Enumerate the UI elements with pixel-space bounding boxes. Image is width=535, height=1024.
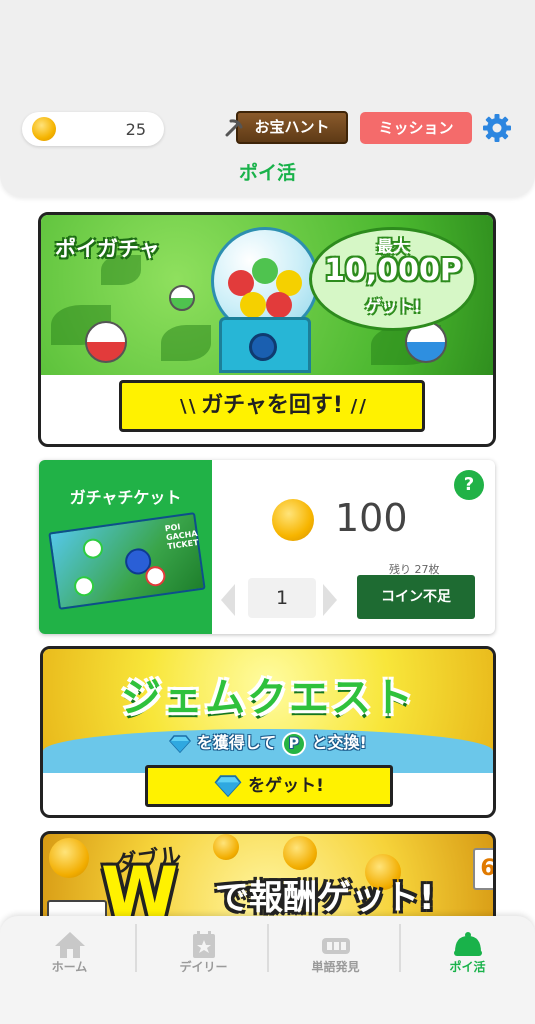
gacha-ticket-card: ガチャチケット POI GACHA TICKET ? 100 1 残り 27枚 … [39,460,495,634]
nav-home-label: ホーム [51,960,88,974]
gem-quest-subtitle: を獲得して P と交換! [43,729,493,756]
spin-label: ガチャを回す! [201,393,343,418]
bottom-navigation: ホーム デイリー 単語発見 ポイ活 [0,916,535,1024]
bubble-points: 10,000P [324,253,462,288]
gear-icon[interactable] [482,113,512,143]
coin-count: 25 [125,120,146,139]
nav-word-discovery-label: 単語発見 [311,960,360,974]
nav-word-discovery[interactable]: 単語発見 [269,916,402,1024]
quantity-decrement-arrow[interactable] [221,584,235,616]
nav-poikatsu-label: ポイ活 [449,960,486,974]
gem-quest-title: ジェムクエスト [121,675,415,721]
coin-icon [49,838,89,878]
bubble-get: ゲット! [365,297,421,316]
page-title: ポイ活 [238,162,296,184]
pickaxe-icon [225,119,243,137]
top-header: 25 お宝ハント ミッション ポイ活 [0,0,535,197]
coin-icon [32,117,56,141]
mission-button[interactable]: ミッション [360,112,472,144]
gacha-card[interactable]: ポイガチャ 最大 10,000P ゲット! \ \ ガチャを回す! / / [38,212,496,447]
nav-poikatsu[interactable]: ポイ活 [401,916,534,1024]
gem-quest-banner[interactable]: ジェムクエスト を獲得して P と交換! をゲット! [40,646,496,818]
gem-icon [169,734,192,753]
daily-icon [192,931,215,958]
nav-daily[interactable]: デイリー [137,916,270,1024]
gacha-title: ポイガチャ [55,237,160,261]
spin-right-slashes: / / [350,396,366,417]
ticket-label: ガチャチケット [69,488,182,507]
quantity-increment-arrow[interactable] [323,584,337,616]
treasure-hunt-button[interactable]: お宝ハント [224,111,348,144]
treasure-hunt-label: お宝ハント [236,111,348,144]
capsule-ball-left [85,321,127,363]
coin-balance[interactable]: 25 [22,112,164,146]
ticket-image-text: POI GACHA TICKET [164,522,200,552]
points-icon: P [281,731,306,756]
get-gem-button[interactable]: をゲット! [145,765,393,807]
nav-daily-label: デイリー [179,960,228,974]
words-icon [321,938,350,954]
ticket-price: 100 [335,496,408,540]
quantity-field[interactable]: 1 [248,578,316,618]
coin-icon [272,499,314,541]
insufficient-coins-button[interactable]: コイン不足 [357,575,475,619]
gem-icon [214,775,242,797]
spin-gacha-button[interactable]: \ \ ガチャを回す! / / [119,380,425,432]
coin-icon [213,834,239,860]
gem-quest-sub-part2: と交換! [311,733,367,752]
double-reward-text: で報酬ゲット! [215,878,435,918]
nav-home[interactable]: ホーム [3,916,136,1024]
ticket-panel: ガチャチケット POI GACHA TICKET [39,460,212,634]
ticket-image: POI GACHA TICKET [48,512,206,610]
poikatsu-icon [453,932,482,956]
gem-quest-sub-part1: を獲得して [196,733,277,752]
help-button[interactable]: ? [454,470,484,500]
coin-icon [283,836,317,870]
spin-left-slashes: \ \ [179,396,195,417]
capsule-ball-small [169,285,195,311]
home-icon [54,932,85,958]
get-gem-label: をゲット! [248,776,324,796]
number-card: 6 [473,848,493,890]
gacha-knob [249,333,277,361]
